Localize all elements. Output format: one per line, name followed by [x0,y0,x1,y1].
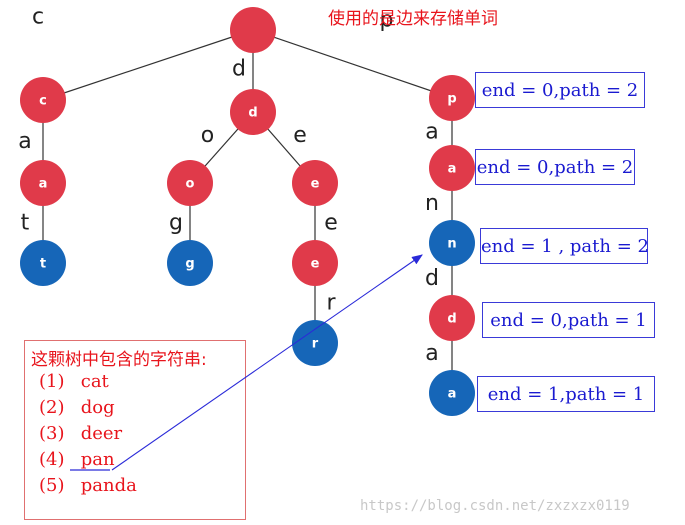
trie-node-pa: a [429,145,475,191]
edge-label-pand-panda: a [425,341,438,366]
trie-node-d: d [230,89,276,135]
string-item-word: dog [80,397,115,418]
edge-label-ca-cat: t [21,211,30,236]
edge-label-d-do: o [201,123,214,148]
string-item-4: (4) pan [39,449,115,470]
trie-node-deer: r [292,320,338,366]
trie-node-p: p [429,75,475,121]
string-item-5: (5) panda [39,475,137,496]
info-box-pand: end = 0,path = 1 [482,302,655,338]
info-box-p: end = 0,path = 2 [475,72,645,108]
edge-label-de-dee: e [324,211,338,236]
trie-node-dee: e [292,240,338,286]
info-box-pa: end = 0,path = 2 [475,149,635,185]
trie-node-de: e [292,160,338,206]
node-label: n [447,237,456,252]
edge-label-do-dog: g [169,211,183,236]
info-box-pan: end = 1 , path = 2 [480,228,649,264]
trie-diagram: catdogeerpanda catdogeerpanda 使用的是边来存储单词… [0,0,685,525]
node-label: o [186,177,195,192]
edge-label-pan-pand: d [425,266,439,291]
node-label: p [447,92,456,107]
trie-node-pand: d [429,295,475,341]
trie-node-pan: n [429,220,475,266]
string-item-word: deer [80,423,123,444]
node-label: e [311,177,320,192]
watermark: https://blog.csdn.net/zxzxzx0119 [360,498,630,514]
edge-root-c [42,29,254,101]
edge-label-root-d: d [232,57,246,82]
info-box-panda: end = 1,path = 1 [477,376,655,412]
node-label: d [447,312,456,327]
node-label: e [311,257,320,272]
node-label: a [39,177,48,192]
trie-node-ca: a [20,160,66,206]
edge-label-p-pa: a [425,120,438,145]
string-item-number: (2) [39,397,65,418]
edge-root-p [252,29,453,99]
string-item-1: (1) cat [39,371,109,392]
string-item-3: (3) deer [39,423,122,444]
trie-node-dog: g [167,240,213,286]
node-label: t [40,257,46,272]
string-item-number: (4) [39,449,65,470]
string-item-word: cat [80,371,109,392]
string-item-word: panda [80,475,137,496]
node-label: a [448,162,457,177]
node-label: c [39,94,47,109]
edge-label-c-ca: a [18,129,31,154]
string-item-number: (5) [39,475,65,496]
string-item-2: (2) dog [39,397,115,418]
node-label: g [185,257,194,272]
strings-box-title: 这颗树中包含的字符串: [31,350,207,370]
node-label: d [248,106,257,121]
trie-node-c: c [20,77,66,123]
diagram-title: 使用的是边来存储单词 [328,9,498,29]
node-label: a [448,387,457,402]
edge-label-d-de: e [293,123,307,148]
trie-node-do: o [167,160,213,206]
string-item-number: (1) [39,371,65,392]
node-label: r [312,337,319,352]
edge-label-root-c: c [32,5,44,30]
string-item-word: pan [80,449,115,470]
strings-box: 这颗树中包含的字符串: (1) cat (2) dog (3) deer (4)… [24,340,246,520]
string-item-number: (3) [39,423,65,444]
trie-node-cat: t [20,240,66,286]
edge-label-pa-pan: n [425,191,439,216]
edge-label-dee-deer: r [326,291,336,316]
trie-node-panda: a [429,370,475,416]
node-circle [230,7,276,53]
trie-node-root [230,7,276,53]
